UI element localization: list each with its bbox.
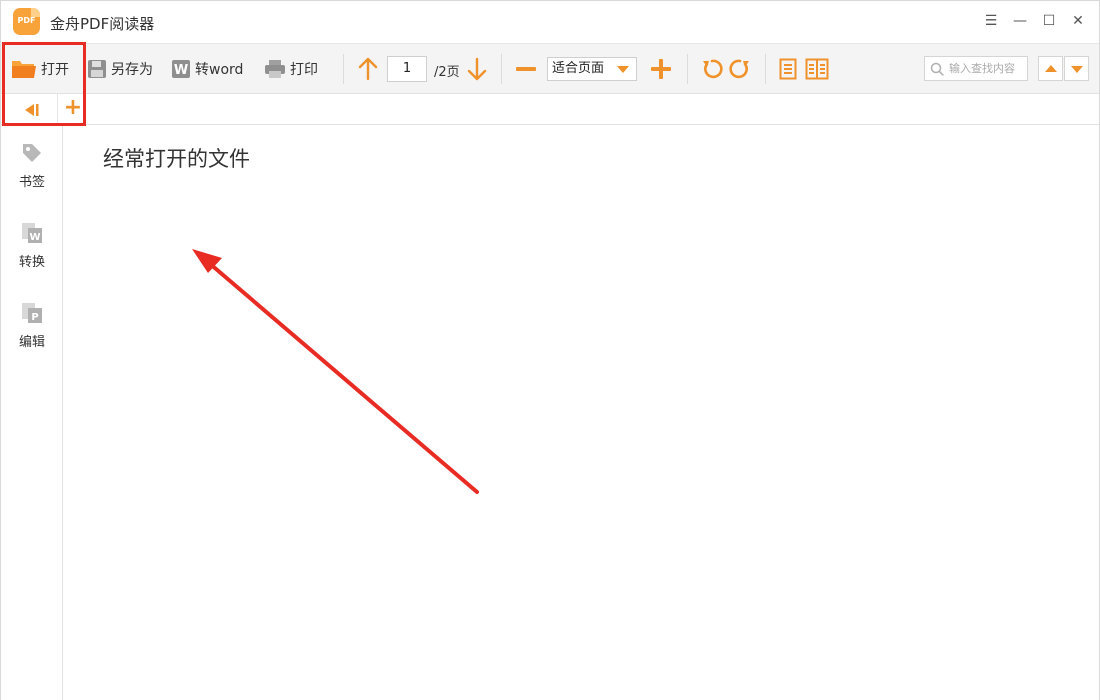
save-as-button[interactable]: 另存为: [87, 56, 153, 82]
toolbar-divider: [501, 54, 502, 84]
zoom-in-button[interactable]: [650, 56, 672, 82]
sidebar-item-label: 书签: [18, 175, 45, 190]
zoom-mode-value: 适合页面: [552, 61, 605, 76]
toolbar-divider: [687, 54, 688, 84]
arrow-up-icon: [358, 57, 378, 81]
next-page-button[interactable]: [466, 56, 488, 82]
find-next-button[interactable]: [1064, 56, 1089, 81]
triangle-down-icon: [1071, 66, 1083, 73]
sidebar-item-label: 编辑: [18, 335, 45, 350]
maximize-icon[interactable]: ☐: [1039, 11, 1059, 31]
app-title: 金舟PDF阅读器: [50, 15, 155, 33]
double-page-view-button[interactable]: [805, 56, 829, 82]
svg-text:P: P: [31, 312, 38, 323]
title-bar: PDF 金舟PDF阅读器 ☰ — ☐ ✕: [1, 1, 1099, 43]
minus-icon: [516, 67, 536, 71]
open-button[interactable]: 打开: [11, 56, 69, 82]
open-label: 打开: [41, 62, 69, 78]
rotate-left-button[interactable]: [701, 56, 723, 82]
chevron-down-icon: [617, 66, 629, 73]
app-window: PDF 金舟PDF阅读器 ☰ — ☐ ✕ 打开 另存为 W 转word 打印 1…: [0, 0, 1100, 700]
toolbar: 打开 另存为 W 转word 打印 1 /2页 适合页面 输入查找内容: [1, 43, 1099, 94]
edit-pdf-icon: P: [22, 303, 42, 323]
search-icon: [930, 62, 944, 76]
collapse-sidebar-button[interactable]: [21, 101, 43, 119]
folder-icon: [12, 61, 36, 78]
page-total: /2页: [434, 65, 460, 80]
sidebar-item-edit[interactable]: P 编辑: [1, 301, 63, 361]
collapse-left-icon: [25, 104, 39, 116]
tab-bar: +: [1, 94, 1099, 125]
main-content: 经常打开的文件: [63, 125, 1099, 700]
arrow-down-icon: [467, 57, 487, 81]
to-word-label: 转word: [195, 62, 244, 78]
triangle-up-icon: [1045, 65, 1057, 72]
convert-word-icon: W: [22, 223, 42, 243]
rotate-right-icon: [729, 59, 749, 79]
plus-icon: [651, 59, 671, 79]
toolbar-divider: [343, 54, 344, 84]
print-label: 打印: [290, 62, 318, 78]
prev-page-button[interactable]: [357, 56, 379, 82]
single-page-icon: [779, 58, 797, 80]
print-button[interactable]: 打印: [264, 56, 318, 82]
zoom-out-button[interactable]: [515, 56, 537, 82]
to-word-button[interactable]: W 转word: [171, 56, 243, 82]
app-logo-icon: PDF: [13, 8, 40, 35]
sidebar-item-bookmarks[interactable]: 书签: [1, 141, 63, 201]
find-previous-button[interactable]: [1038, 56, 1063, 81]
save-icon: [88, 60, 106, 78]
recent-files-title: 经常打开的文件: [103, 147, 250, 171]
toolbar-divider: [765, 54, 766, 84]
search-placeholder: 输入查找内容: [949, 62, 1015, 75]
new-tab-button[interactable]: +: [63, 97, 83, 120]
printer-icon: [265, 60, 285, 78]
svg-text:W: W: [29, 232, 40, 243]
sidebar-item-label: 转换: [18, 255, 45, 270]
single-page-view-button[interactable]: [779, 56, 797, 82]
close-icon[interactable]: ✕: [1068, 11, 1088, 31]
minimize-icon[interactable]: —: [1010, 11, 1030, 31]
sidebar-item-convert[interactable]: W 转换: [1, 221, 63, 281]
tag-icon: [23, 144, 41, 162]
word-icon: W: [172, 60, 190, 78]
svg-text:W: W: [174, 63, 188, 78]
double-page-icon: [805, 58, 829, 80]
page-number-input[interactable]: 1: [387, 56, 427, 82]
menu-icon[interactable]: ☰: [981, 11, 1001, 31]
rotate-right-button[interactable]: [729, 56, 751, 82]
save-as-label: 另存为: [111, 62, 153, 78]
zoom-mode-select[interactable]: 适合页面: [547, 57, 637, 81]
tab-divider: [57, 94, 58, 125]
search-input[interactable]: 输入查找内容: [924, 56, 1028, 81]
rotate-left-icon: [703, 59, 723, 79]
sidebar: 书签 W 转换 P 编辑: [1, 125, 63, 700]
